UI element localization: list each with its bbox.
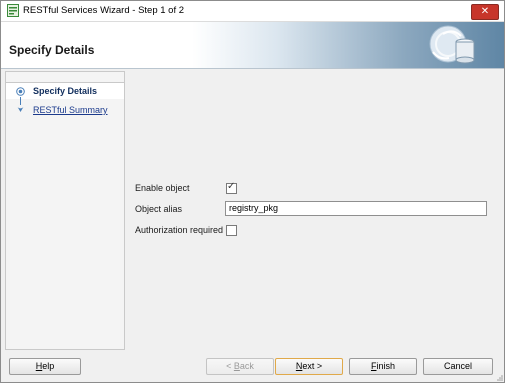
back-button-prefix: <	[226, 361, 234, 371]
help-button-label: elp	[42, 361, 55, 371]
next-button[interactable]: Next >	[275, 358, 343, 375]
cancel-button[interactable]: Cancel	[423, 358, 493, 375]
next-button-label: ext >	[302, 361, 323, 371]
step-circle-icon	[16, 87, 25, 96]
finish-button[interactable]: Finish	[349, 358, 417, 375]
object-alias-value: registry_pkg	[229, 203, 279, 213]
object-alias-input[interactable]: registry_pkg	[225, 201, 487, 216]
step-restful-summary-link[interactable]: RESTful Summary	[33, 105, 108, 115]
enable-object-checkbox[interactable]: ✓	[226, 181, 237, 194]
details-form: Enable object ✓ Object alias registry_pk…	[127, 71, 499, 348]
wizard-header: Specify Details	[1, 22, 504, 69]
object-alias-label: Object alias	[135, 204, 183, 214]
window-title: RESTful Services Wizard - Step 1 of 2	[23, 5, 185, 16]
step-specify-details[interactable]: Specify Details	[33, 86, 97, 96]
authorization-required-checkbox[interactable]	[226, 225, 237, 236]
resize-grip-icon[interactable]	[495, 373, 503, 381]
page-title: Specify Details	[9, 43, 95, 57]
wizard-steps-panel: Specify Details RESTful Summary	[5, 71, 125, 350]
step-circle-icon	[17, 106, 24, 112]
check-icon: ✓	[227, 181, 236, 192]
close-icon: ✕	[480, 6, 490, 17]
enable-object-label: Enable object	[135, 183, 190, 193]
title-bar[interactable]: RESTful Services Wizard - Step 1 of 2 ✕	[1, 1, 504, 22]
help-button[interactable]: Help	[9, 358, 81, 375]
back-button[interactable]: < Back	[206, 358, 274, 375]
finish-button-label: inish	[376, 361, 395, 371]
back-button-label: ack	[239, 361, 254, 371]
cancel-button-label: Cancel	[443, 361, 472, 371]
database-sync-icon	[429, 25, 475, 64]
wizard-window: RESTful Services Wizard - Step 1 of 2 ✕ …	[0, 0, 505, 383]
close-button[interactable]: ✕	[471, 4, 499, 20]
authorization-required-label: Authorization required	[135, 225, 224, 235]
wizard-icon	[7, 4, 19, 17]
